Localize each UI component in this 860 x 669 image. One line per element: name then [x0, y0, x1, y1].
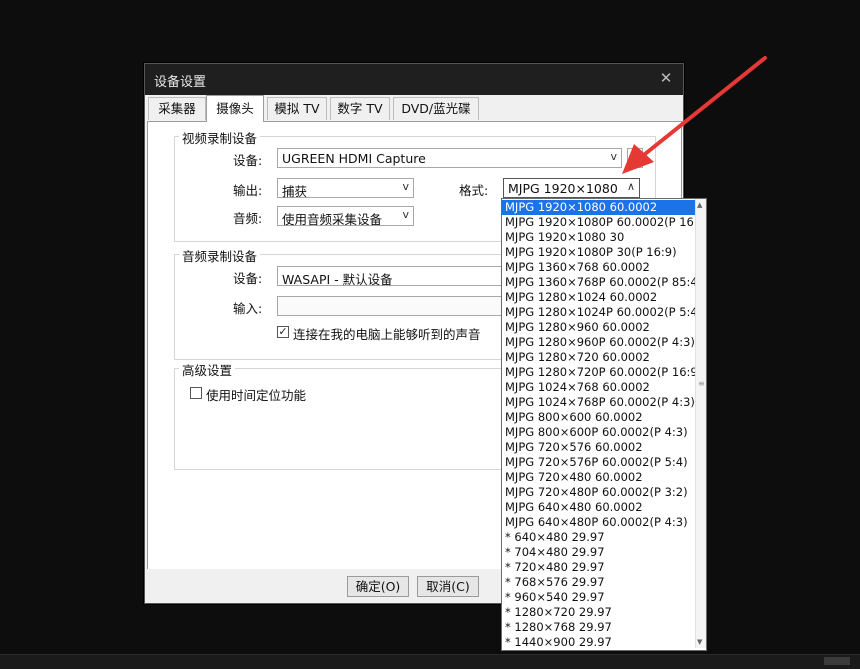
format-option[interactable]: MJPG 1920×1080 60.0002 [502, 200, 697, 215]
timeline-checkbox[interactable] [190, 387, 202, 399]
output-select[interactable]: 捕获 v [277, 178, 414, 199]
advanced-group-title: 高级设置 [179, 360, 236, 379]
dialog-title: 设备设置 [154, 75, 207, 90]
tab-dvd-bluray[interactable]: DVD/蓝光碟 [393, 97, 479, 120]
format-option[interactable]: MJPG 1280×960 60.0002 [502, 320, 697, 335]
scroll-up-icon[interactable]: ▲ [697, 201, 702, 209]
scroll-grip-icon[interactable]: ≡ [698, 379, 705, 388]
chevron-down-icon: v [402, 180, 409, 193]
tab-capture-card[interactable]: 采集器 [148, 97, 206, 120]
format-option[interactable]: * 1440×900 29.97 [502, 635, 697, 650]
format-option[interactable]: * 1280×720 29.97 [502, 605, 697, 620]
format-option[interactable]: * 704×480 29.97 [502, 545, 697, 560]
format-option[interactable]: MJPG 1920×1080P 30(P 16:9) [502, 245, 697, 260]
player-bottom-bar [0, 654, 860, 669]
format-option[interactable]: MJPG 640×480 60.0002 [502, 500, 697, 515]
ok-button[interactable]: 确定(O) [347, 576, 409, 597]
tab-analog-tv[interactable]: 模拟 TV [267, 97, 327, 120]
format-option[interactable]: MJPG 1280×960P 60.0002(P 4:3) [502, 335, 697, 350]
format-option[interactable]: * 720×480 29.97 [502, 560, 697, 575]
format-label: 格式: [459, 183, 489, 198]
format-option[interactable]: MJPG 1280×1024 60.0002 [502, 290, 697, 305]
chevron-down-icon: v [402, 208, 409, 221]
format-option[interactable]: * 640×480 29.97 [502, 530, 697, 545]
format-option[interactable]: MJPG 1280×720P 60.0002(P 16:9) [502, 365, 702, 380]
format-option[interactable]: MJPG 1280×1024P 60.0002(P 5:4) [502, 305, 702, 320]
format-option[interactable]: MJPG 1280×720 60.0002 [502, 350, 697, 365]
format-option[interactable]: MJPG 720×576P 60.0002(P 5:4) [502, 455, 697, 470]
video-device-value: UGREEN HDMI Capture [282, 151, 426, 166]
format-option[interactable]: MJPG 1360×768P 60.0002(P 85:48) [502, 275, 706, 290]
format-option[interactable]: MJPG 1920×1080P 60.0002(P 16:9) [502, 215, 706, 230]
format-option[interactable]: MJPG 720×480 60.0002 [502, 470, 697, 485]
output-value: 捕获 [282, 184, 308, 199]
tab-digital-tv[interactable]: 数字 TV [330, 97, 390, 120]
dropdown-scrollbar[interactable]: ▲ ≡ ▼ [695, 199, 706, 648]
format-option[interactable]: MJPG 1024×768 60.0002 [502, 380, 697, 395]
annotation-arrow-icon [622, 56, 767, 174]
scroll-down-icon[interactable]: ▼ [697, 638, 702, 646]
audio-device-label: 设备: [233, 271, 263, 286]
format-option[interactable]: * 1280×768 29.97 [502, 620, 697, 635]
audio-group-title: 音频录制设备 [179, 246, 261, 265]
format-option[interactable]: MJPG 1360×768 60.0002 [502, 260, 697, 275]
listen-label: 连接在我的电脑上能够听到的声音 [293, 327, 481, 342]
audio-source-value: 使用音频采集设备 [282, 212, 383, 227]
output-label: 输出: [233, 183, 263, 198]
volume-indicator[interactable] [824, 657, 850, 665]
video-group-title: 视频录制设备 [179, 128, 261, 147]
cancel-button[interactable]: 取消(C) [417, 576, 479, 597]
timeline-label: 使用时间定位功能 [206, 388, 307, 403]
format-option[interactable]: * 960×540 29.97 [502, 590, 697, 605]
video-device-label: 设备: [233, 153, 263, 168]
format-option[interactable]: MJPG 720×576 60.0002 [502, 440, 697, 455]
format-option[interactable]: * 768×576 29.97 [502, 575, 697, 590]
audio-source-select[interactable]: 使用音频采集设备 v [277, 206, 414, 227]
input-label: 输入: [233, 301, 263, 316]
format-option[interactable]: MJPG 800×600 60.0002 [502, 410, 697, 425]
format-dropdown-list[interactable]: MJPG 1920×1080 60.0002 MJPG 1920×1080P 60… [501, 198, 707, 651]
format-option[interactable]: MJPG 1024×768P 60.0002(P 4:3) [502, 395, 697, 410]
audio-label: 音频: [233, 211, 263, 226]
format-option[interactable]: MJPG 800×600P 60.0002(P 4:3) [502, 425, 697, 440]
tab-camera[interactable]: 摄像头 [206, 95, 264, 122]
format-option[interactable]: MJPG 1920×1080 30 [502, 230, 697, 245]
format-option[interactable]: MJPG 640×480P 60.0002(P 4:3) [502, 515, 697, 530]
format-option[interactable]: MJPG 720×480P 60.0002(P 3:2) [502, 485, 697, 500]
video-device-select[interactable]: UGREEN HDMI Capture v [277, 148, 622, 168]
listen-checkbox[interactable]: ✓ [277, 326, 289, 338]
audio-device-value: WASAPI - 默认设备 [282, 272, 393, 287]
